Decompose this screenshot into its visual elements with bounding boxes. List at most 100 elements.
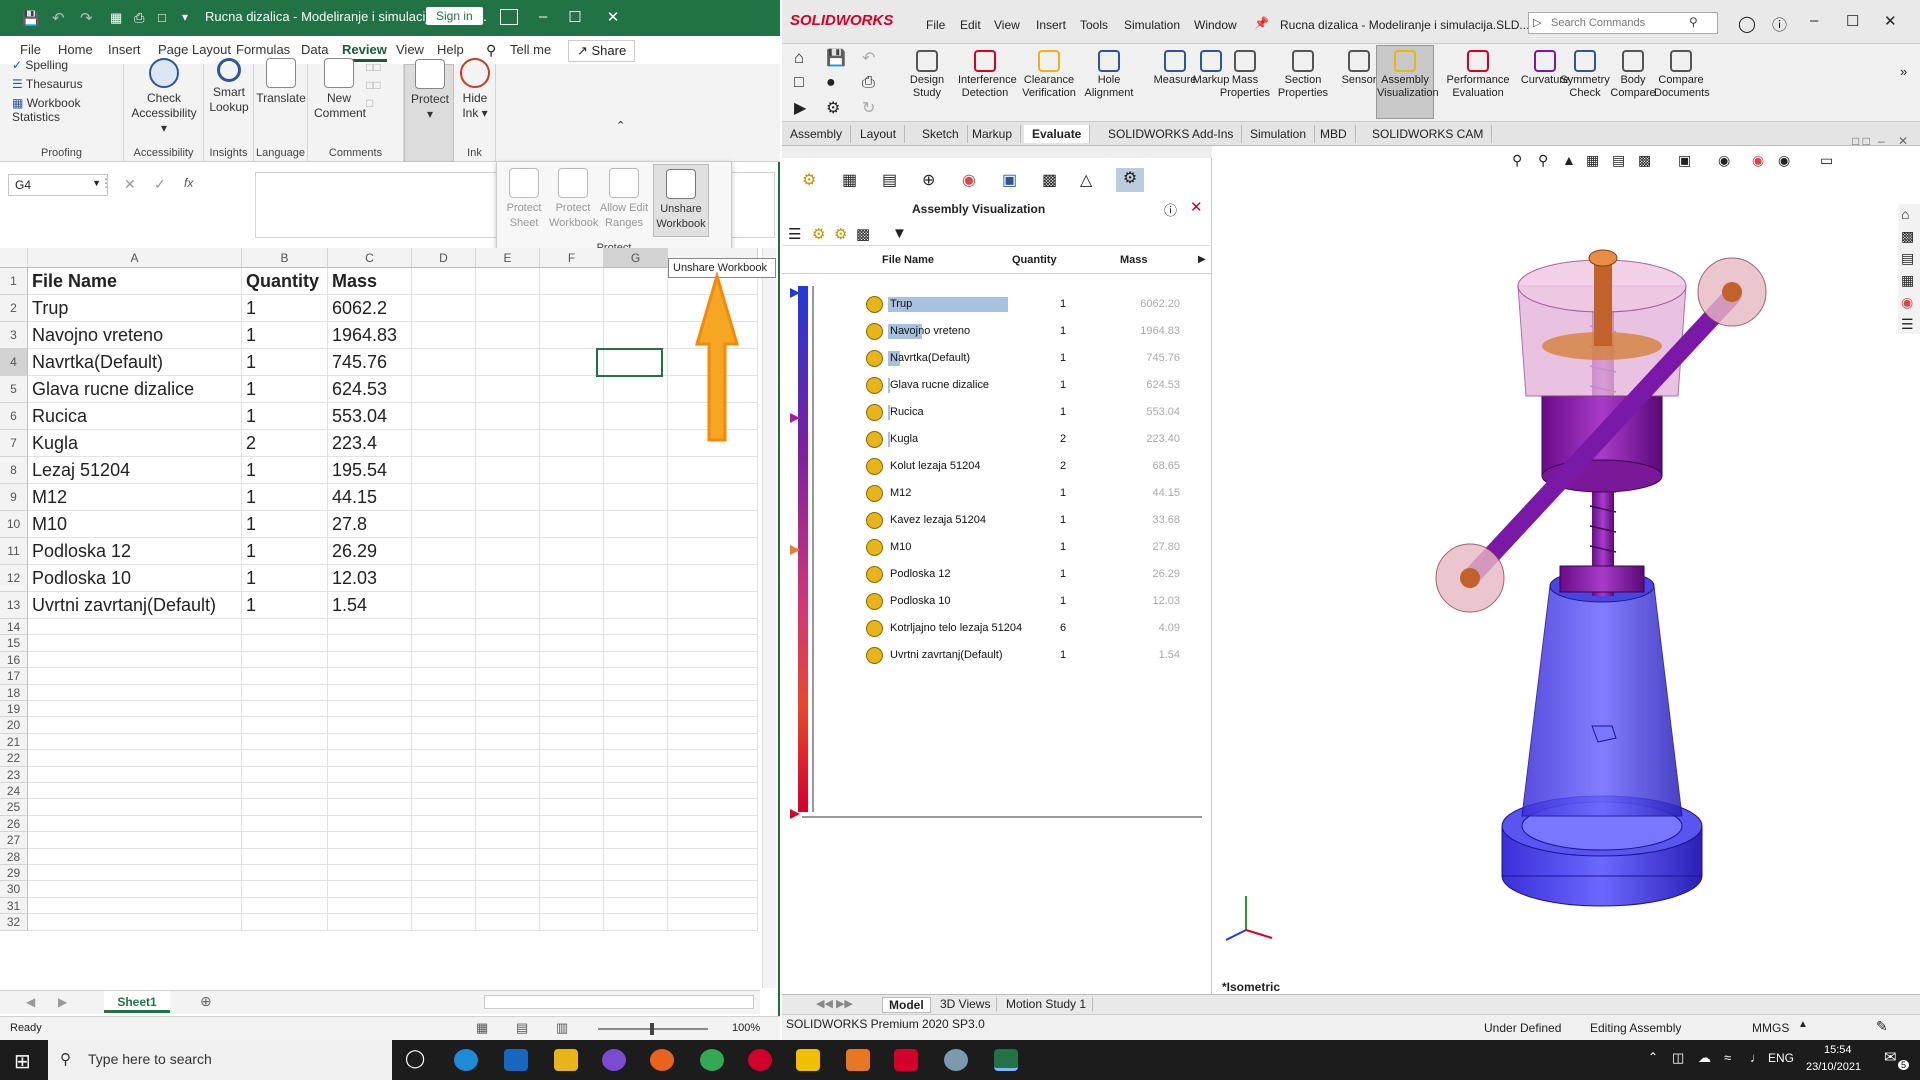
menu-edit[interactable]: Edit [960,18,981,32]
grid-cell[interactable] [412,881,476,898]
grid-cell[interactable]: M10 [28,511,242,538]
grid-cell[interactable] [668,484,758,511]
grid-cell[interactable] [242,733,328,751]
grid-cell[interactable] [476,881,540,898]
grid-cell[interactable]: Kugla [28,430,242,457]
menu-insert[interactable]: Insert [1036,18,1066,32]
grid-cell[interactable]: 1 [242,538,328,565]
grid-cell[interactable] [242,848,328,865]
row-header[interactable]: 21 [0,733,28,751]
grid-cell[interactable] [540,635,604,652]
row-header[interactable]: 27 [0,832,28,849]
grid-cell[interactable]: Mass [328,268,412,295]
sheet-tab-sheet1[interactable]: Sheet1 [104,991,170,1013]
grid-cell[interactable]: 195.54 [328,457,412,484]
grid-cell[interactable]: 44.15 [328,484,412,511]
row-header[interactable]: 23 [0,766,28,783]
view-settings-icon[interactable]: ▭ [1820,152,1833,169]
grid-cell[interactable]: Navojno vreteno [28,322,242,349]
allow-edit-ranges-button[interactable]: Allow Edit Ranges [599,168,649,231]
grid-cell[interactable] [28,750,242,767]
section-properties-button[interactable]: Section Properties [1276,50,1330,100]
clock-date[interactable]: 23/10/2021 [1806,1061,1861,1073]
cm-tab-layout[interactable]: Layout [852,125,906,143]
grid-cell[interactable] [412,592,476,619]
grid-cell[interactable] [412,865,476,882]
grid-cell[interactable] [412,635,476,652]
grid-cell[interactable] [412,538,476,565]
row-header[interactable]: 6 [0,403,28,430]
grid-cell[interactable] [540,484,604,511]
part-icon[interactable]: ⚙ [834,225,847,243]
edge-icon[interactable] [454,1049,478,1071]
grid-cell[interactable]: 1 [242,322,328,349]
grid-cell[interactable] [540,457,604,484]
grid-cell[interactable] [540,619,604,636]
grid-cell[interactable] [28,815,242,833]
grid-cell[interactable] [604,766,668,783]
grid-cell[interactable] [604,799,668,816]
custom-properties-icon[interactable]: ☰ [1901,316,1914,333]
cm-tab-solidworks-cam[interactable]: SOLIDWORKS CAM [1364,125,1493,143]
cm-tab-mbd[interactable]: MBD [1312,125,1356,143]
design-library-icon[interactable]: ▩ [1901,228,1914,245]
grid-cell[interactable] [242,750,328,767]
scene-icon[interactable]: ◉ [1778,152,1790,169]
more-commands-icon[interactable]: » [1900,64,1907,79]
home-icon[interactable]: ⌂ [794,48,804,68]
grid-cell[interactable]: Uvrtni zavrtanj(Default) [28,592,242,619]
grid-cell[interactable] [328,815,412,833]
grid-cell[interactable] [476,376,540,403]
col-quantity[interactable]: Quantity [1012,254,1057,266]
grid-cell[interactable] [412,897,476,915]
units-dropdown-icon[interactable]: ▲ [1798,1019,1808,1030]
grid-cell[interactable] [668,701,758,718]
grid-cell[interactable] [476,815,540,833]
view-orientation-icon[interactable]: ▩ [1638,152,1651,169]
protect-workbook-button[interactable]: Protect Workbook [549,168,598,231]
grid-cell[interactable] [476,684,540,701]
grid-cell[interactable] [242,799,328,816]
performance-evaluation-button[interactable]: Performance Evaluation [1446,50,1510,100]
row-header[interactable]: 26 [0,815,28,833]
grid-cell[interactable]: 553.04 [328,403,412,430]
grid-cell[interactable] [604,684,668,701]
grid-cell[interactable] [412,403,476,430]
grid-cell[interactable] [540,403,604,430]
horizontal-scrollbar[interactable] [484,995,754,1009]
mass-properties-button[interactable]: Mass Properties [1218,50,1272,100]
grid-cell[interactable] [476,619,540,636]
tab-view[interactable]: View [396,42,424,57]
grid-cell[interactable] [540,799,604,816]
appearances-icon[interactable]: ◉ [1901,294,1913,311]
grid-cell[interactable] [540,651,604,669]
grid-cell[interactable]: 1 [242,403,328,430]
grid-cell[interactable] [540,349,604,376]
grid-cell[interactable] [328,881,412,898]
slider-marker-top[interactable] [790,288,800,298]
grid-cell[interactable] [668,897,758,915]
vertical-scrollbar[interactable] [762,248,776,988]
av-list-item[interactable]: Kolut lezaja 51204 2 68.65 [810,454,1206,481]
file-explorer-icon[interactable]: ▤ [1901,250,1914,267]
cancel-entry-icon[interactable]: ✕ [124,176,136,193]
spelling-button[interactable]: ✓ Spelling [12,58,68,72]
enter-entry-icon[interactable]: ✓ [154,176,166,193]
network-icon[interactable]: ◫ [1672,1050,1684,1066]
menu-file[interactable]: File [926,18,945,32]
grid-cell[interactable] [412,268,476,295]
grid-cell[interactable] [28,881,242,898]
select-all-corner[interactable] [0,248,28,268]
grid-cell[interactable] [540,766,604,783]
property-manager-icon[interactable]: ▦ [842,170,857,190]
collapse-ribbon-icon[interactable]: ⌃ [616,119,625,132]
grid-cell[interactable] [604,430,668,457]
grid-cell[interactable] [540,592,604,619]
active-cell-g4[interactable] [596,348,663,377]
grid-cell[interactable] [604,651,668,669]
grid-cell[interactable] [328,701,412,718]
zoom-to-fit-icon[interactable]: ⚲ [1512,152,1522,169]
grid-cell[interactable] [668,881,758,898]
language-indicator[interactable]: ENG [1768,1051,1794,1065]
zoom-slider[interactable] [598,1023,708,1035]
